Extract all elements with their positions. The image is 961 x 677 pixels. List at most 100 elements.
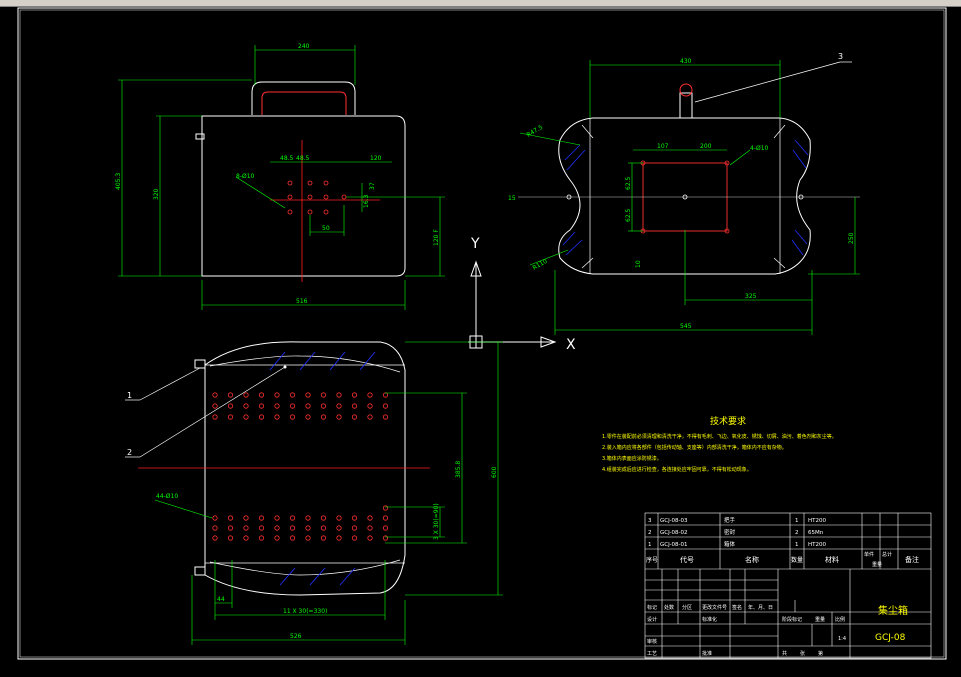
- dim-side-b: 37: [369, 182, 376, 190]
- corner-line-bl: [581, 257, 594, 269]
- front-hole: [382, 403, 389, 409]
- dim-inner-vertical-b: 62.5: [625, 208, 632, 222]
- dim-overall-width: 430: [680, 58, 692, 65]
- front-view: 385.8 600 11 X 30(=330) 526 44 44-Ø10 3 …: [125, 341, 503, 645]
- tb-approve: 批准: [702, 650, 712, 657]
- dim-handle-width: 240: [298, 43, 310, 50]
- front-hole: [274, 525, 280, 531]
- tb-review: 审核: [647, 638, 657, 645]
- technical-requirements: 技术要求 1.零件在装配前必须清理和清洗干净，不得有毛刺、飞边、氧化皮、锈蚀、切…: [602, 415, 837, 473]
- front-view-dimensions: [154, 341, 503, 645]
- top-view: 240 405.3 320 516 120 F 120 48.5 48.5 50…: [115, 43, 445, 310]
- dim-rad-label: R47.5: [526, 124, 545, 139]
- box-body-front: [204, 341, 406, 596]
- corner-line-br: [773, 257, 786, 269]
- front-hole: [289, 392, 296, 398]
- bom-row-1-name: 箱体: [724, 540, 736, 548]
- front-hole: [243, 403, 249, 409]
- front-hole: [227, 535, 234, 541]
- front-hole: [351, 392, 358, 398]
- bom-row-1-material: HT200: [808, 542, 826, 548]
- dim-hole-diameter: 8-Ø10: [236, 173, 255, 180]
- front-hole: [227, 515, 234, 521]
- front-hole: [243, 535, 249, 541]
- front-hole: [367, 525, 373, 531]
- tech-req-line-1: 1.零件在装配前必须清理和清洗干净，不得有毛刺、飞边、氧化皮、锈蚀、切屑、油污、…: [602, 433, 837, 440]
- bom-row-3-code: GCJ-08-03: [660, 518, 688, 524]
- front-hole: [382, 535, 389, 541]
- latch-top: [194, 359, 206, 369]
- dim-inner-width2: 200: [700, 143, 712, 150]
- front-hole: [227, 525, 234, 531]
- bom-header-code: 代号: [680, 555, 694, 564]
- bom-row-2-name: 密封: [724, 528, 736, 536]
- sheet-outer-frame: [17, 7, 947, 660]
- front-hole: [336, 515, 342, 521]
- dim-right: 120: [370, 155, 382, 162]
- corner-line-tl: [581, 124, 594, 139]
- bom-header-unit-weight: 单件: [864, 551, 874, 558]
- corner-line-tr: [773, 124, 786, 139]
- tb-sheet-unit: 张: [800, 650, 805, 657]
- tech-req-title: 技术要求: [710, 415, 746, 427]
- dim-small-vertical: 3 X 30(=90): [433, 503, 440, 540]
- front-hole: [289, 515, 296, 521]
- dim-hole-label: 4-Ø10: [750, 145, 769, 152]
- handle-stub: [679, 92, 693, 119]
- balloon-2: 2: [127, 448, 132, 457]
- dim-small-left: 44: [217, 596, 225, 603]
- front-hole: [305, 414, 311, 420]
- front-hole: [289, 403, 296, 409]
- bom-row-2-code: GCJ-08-02: [660, 530, 688, 536]
- front-hole: [258, 515, 265, 521]
- bom-header-name: 名称: [745, 555, 759, 564]
- front-hole: [336, 525, 342, 531]
- front-hole: [305, 515, 311, 521]
- front-hole: [336, 392, 342, 398]
- front-hole: [289, 535, 296, 541]
- dim-inner-vertical-a: 62.5: [625, 176, 632, 190]
- dim-inner-width: 107: [657, 143, 669, 150]
- dim-hole-spacing-b: 48.5: [296, 155, 310, 162]
- front-hole: [243, 414, 249, 420]
- front-hole: [227, 403, 234, 409]
- box-body-top: [201, 115, 406, 277]
- front-hole: [274, 515, 280, 521]
- front-hole: [212, 414, 218, 420]
- front-hole: [212, 403, 218, 409]
- front-hole: [351, 535, 358, 541]
- bom-row-3-seq: 3: [648, 518, 652, 524]
- dim-height-right: 250: [848, 232, 855, 244]
- front-hole: [258, 392, 265, 398]
- dim-hole-spacing-c: 50: [322, 225, 330, 232]
- bom-header-material: 材料: [825, 555, 839, 564]
- front-hole: [336, 535, 342, 541]
- front-hole: [243, 515, 249, 521]
- cad-drawing-canvas[interactable]: 240 405.3 320 516 120 F 120 48.5 48.5 50…: [0, 0, 961, 677]
- front-hole: [351, 414, 358, 420]
- balloon-2-dot: [283, 365, 287, 369]
- tb-marks: 标记: [647, 604, 657, 611]
- balloon-3: 3: [838, 52, 843, 61]
- front-hole: [305, 403, 311, 409]
- bom-row-1-seq: 1: [648, 542, 652, 548]
- front-hatch: [269, 351, 376, 586]
- front-hole: [382, 414, 389, 420]
- front-seal-bottom: [209, 559, 401, 576]
- dim-left-height: 405.3: [115, 173, 122, 190]
- front-hole: [305, 535, 311, 541]
- dim-height-right: 385.8: [455, 461, 462, 478]
- front-hole: [212, 515, 218, 521]
- dim-side-a: 16.3: [363, 194, 370, 208]
- tb-sheet-no: 第: [818, 650, 823, 657]
- dim-width-bottom: 516: [296, 298, 308, 305]
- dim-bottom-pitch: 11 X 30(=330): [283, 608, 327, 615]
- tb-weight: 重量: [815, 616, 825, 623]
- front-hole: [243, 525, 249, 531]
- side-view: 430 107 200 545 325 250 4-Ø10 R47.5 R110…: [508, 52, 860, 335]
- handle-inner: [261, 91, 347, 115]
- top-view-holes: [287, 180, 347, 215]
- dim-inner-small: 10: [635, 260, 642, 268]
- front-hole: [382, 505, 389, 511]
- tb-stage-mark: 阶段标记: [782, 616, 802, 623]
